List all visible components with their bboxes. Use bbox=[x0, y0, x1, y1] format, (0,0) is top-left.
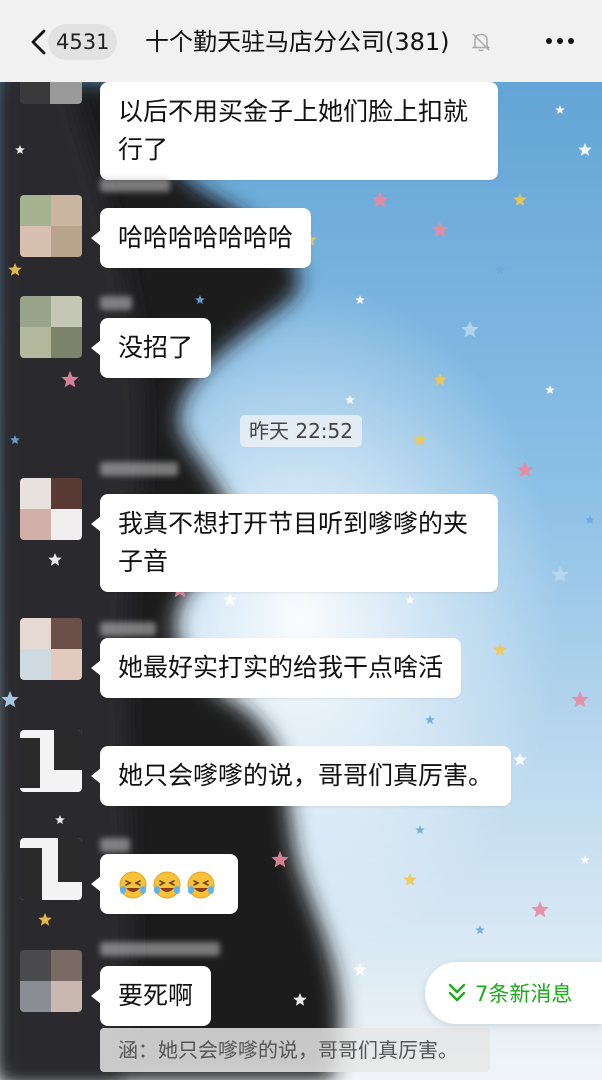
chat-header: 4531 十个勤天驻马店分公司(381) bbox=[0, 0, 602, 82]
message-bubble[interactable]: 以后不用买金子上她们脸上扣就行了 bbox=[100, 82, 498, 180]
more-dot bbox=[557, 38, 563, 44]
emoji-row bbox=[118, 869, 220, 899]
more-dot bbox=[568, 38, 574, 44]
more-dot bbox=[546, 38, 552, 44]
laughing-crying-emoji bbox=[187, 871, 215, 899]
sender-name-blurred bbox=[100, 942, 220, 956]
avatar[interactable] bbox=[20, 730, 82, 792]
message-bubble[interactable]: 她最好实打实的给我干点啥活 bbox=[90, 638, 462, 698]
avatar[interactable] bbox=[20, 478, 82, 540]
bell-off-icon bbox=[470, 31, 492, 53]
avatar[interactable] bbox=[20, 838, 82, 900]
laughing-crying-emoji bbox=[153, 871, 181, 899]
chat-title: 十个勤天驻马店分公司(381) bbox=[145, 28, 450, 56]
double-chevron-down-icon bbox=[448, 983, 466, 1002]
more-button[interactable] bbox=[540, 26, 580, 56]
avatar[interactable] bbox=[20, 296, 82, 358]
message-bubble[interactable]: 没招了 bbox=[90, 318, 212, 378]
unread-count-badge[interactable]: 4531 bbox=[48, 24, 118, 60]
avatar[interactable] bbox=[20, 618, 82, 680]
message-bubble[interactable]: 要死啊 bbox=[90, 966, 212, 1026]
sender-name-blurred bbox=[100, 622, 156, 636]
chevron-left-icon bbox=[31, 29, 46, 55]
timestamp-label: 昨天 22:52 bbox=[240, 415, 362, 447]
new-messages-label: 7条新消息 bbox=[475, 982, 573, 1006]
new-messages-button[interactable]: 7条新消息 bbox=[425, 962, 602, 1024]
message-bubble[interactable]: 我真不想打开节目听到嗲嗲的夹子音 bbox=[91, 494, 498, 592]
message-bubble[interactable]: 她只会嗲嗲的说，哥哥们真厉害。 bbox=[90, 746, 512, 806]
message-bubble-emoji[interactable] bbox=[91, 854, 238, 914]
sender-name-blurred bbox=[100, 462, 178, 476]
avatar[interactable] bbox=[20, 195, 82, 257]
quoted-reply[interactable]: 涵：她只会嗲嗲的说，哥哥们真厉害。 bbox=[100, 1028, 490, 1072]
avatar[interactable] bbox=[20, 950, 82, 1012]
message-bubble[interactable]: 哈哈哈哈哈哈哈 bbox=[90, 208, 312, 268]
sender-name-blurred bbox=[100, 838, 130, 852]
laughing-crying-emoji bbox=[119, 871, 147, 899]
sender-name-blurred bbox=[100, 296, 132, 310]
sender-name-blurred bbox=[100, 178, 170, 192]
